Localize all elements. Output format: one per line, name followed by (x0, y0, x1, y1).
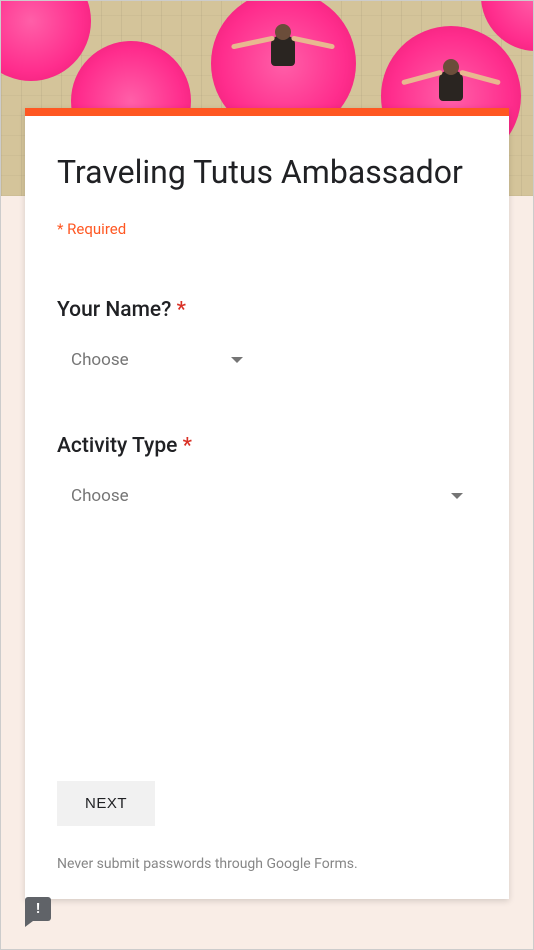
report-abuse-icon[interactable]: ! (25, 897, 51, 921)
chevron-down-icon (451, 493, 463, 499)
question-label-activity: Activity Type * (57, 434, 477, 458)
required-asterisk: * (177, 298, 186, 322)
form-title: Traveling Tutus Ambassador (57, 152, 477, 192)
chevron-down-icon (231, 357, 243, 363)
form-card: Traveling Tutus Ambassador * Required Yo… (25, 108, 509, 899)
question-label-name: Your Name? * (57, 298, 477, 322)
next-button[interactable]: NEXT (57, 781, 155, 826)
dropdown-activity-type[interactable]: Choose (57, 478, 477, 514)
dropdown-your-name[interactable]: Choose (57, 342, 257, 378)
question-your-name: Your Name? * Choose (57, 298, 477, 378)
question-activity-type: Activity Type * Choose (57, 434, 477, 514)
dropdown-placeholder: Choose (71, 350, 129, 370)
required-asterisk: * (183, 434, 192, 458)
required-indicator: * Required (57, 220, 477, 238)
password-warning: Never submit passwords through Google Fo… (57, 854, 477, 875)
dropdown-placeholder: Choose (71, 486, 129, 506)
